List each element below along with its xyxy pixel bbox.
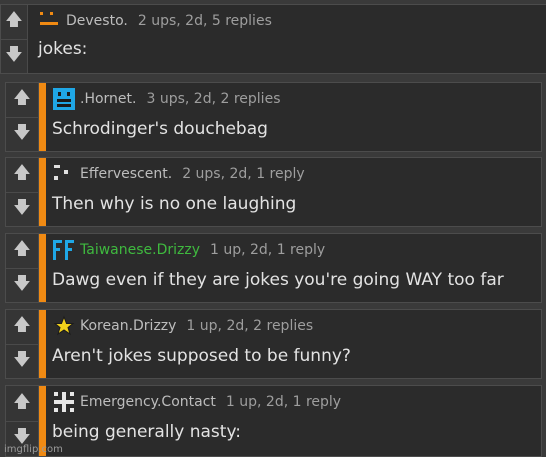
comment-body: .Hornet. 3 ups, 2d, 2 replies Schrodinge…: [46, 83, 541, 151]
accent-bar: [39, 234, 46, 302]
star-icon[interactable]: [52, 314, 76, 338]
comment-reply: 🡅 🡇 Korean.Drizzy 1 up, 2d, 2 replies Ar…: [5, 309, 542, 379]
username[interactable]: Taiwanese.Drizzy: [80, 242, 200, 258]
down-arrow-icon: 🡇: [13, 197, 31, 218]
comment-stats: 3 ups, 2d, 2 replies: [146, 91, 281, 107]
white-glyph-icon[interactable]: [52, 390, 76, 414]
comment-meta: Devesto. 2 ups, 2d, 5 replies: [38, 9, 546, 33]
upvote-button[interactable]: 🡅: [6, 310, 38, 344]
downvote-button[interactable]: 🡇: [1, 38, 27, 73]
username[interactable]: Devesto.: [66, 13, 128, 29]
downvote-button[interactable]: 🡇: [6, 343, 38, 378]
vote-column: 🡅 🡇: [1, 5, 28, 73]
up-arrow-icon: 🡅: [13, 239, 31, 260]
comment-stats: 2 ups, 2d, 5 replies: [137, 13, 272, 29]
down-arrow-icon: 🡇: [13, 273, 31, 294]
up-arrow-icon: 🡅: [13, 315, 31, 336]
comment-stats: 1 up, 2d, 2 replies: [186, 318, 314, 334]
comment-meta: Emergency.Contact 1 up, 2d, 1 reply: [52, 390, 541, 414]
comment-reply: 🡅 🡇 .Hornet. 3 ups, 2d, 2 replies Schrod…: [5, 82, 542, 152]
upvote-button[interactable]: 🡅: [6, 386, 38, 421]
comment-meta: Taiwanese.Drizzy 1 up, 2d, 1 reply: [52, 238, 541, 262]
comment-text: Dawg even if they are jokes you're going…: [52, 270, 504, 290]
username[interactable]: Korean.Drizzy: [80, 318, 176, 334]
username[interactable]: Emergency.Contact: [80, 394, 216, 410]
vote-column: 🡅 🡇: [6, 83, 39, 151]
username[interactable]: Effervescent.: [80, 166, 172, 182]
comment-stats: 1 up, 2d, 1 reply: [209, 242, 326, 258]
up-arrow-icon: 🡅: [13, 391, 31, 412]
blue-block-icon[interactable]: [52, 87, 76, 111]
comment-body: Taiwanese.Drizzy 1 up, 2d, 1 reply Dawg …: [46, 234, 541, 302]
down-arrow-icon: 🡇: [13, 349, 31, 370]
downvote-button[interactable]: 🡇: [6, 267, 38, 302]
vote-column: 🡅 🡇: [6, 234, 39, 302]
comment-stats: 1 up, 2d, 1 reply: [225, 394, 342, 410]
accent-bar: [39, 158, 46, 226]
comment-text: being generally nasty:: [52, 422, 242, 442]
comment-top: 🡅 🡇 Devesto. 2 ups, 2d, 5 replies jokes:: [0, 4, 546, 74]
watermark: imgflip.com: [4, 444, 63, 455]
up-arrow-icon: 🡅: [13, 163, 31, 184]
username[interactable]: .Hornet.: [80, 91, 136, 107]
accent-bar: [39, 83, 46, 151]
comment-text: Aren't jokes supposed to be funny?: [52, 346, 351, 366]
vote-column: 🡅 🡇: [6, 158, 39, 226]
vote-column: 🡅 🡇: [6, 310, 39, 378]
upvote-button[interactable]: 🡅: [6, 234, 38, 268]
upvote-button[interactable]: 🡅: [1, 5, 27, 39]
comment-body: Effervescent. 2 ups, 2d, 1 reply Then wh…: [46, 158, 541, 226]
comment-meta: Effervescent. 2 ups, 2d, 1 reply: [52, 162, 541, 186]
comment-body: Korean.Drizzy 1 up, 2d, 2 replies Aren't…: [46, 310, 541, 378]
comment-text: Schrodinger's douchebag: [52, 119, 268, 139]
comment-reply: 🡅 🡇 Effervescent. 2 ups, 2d, 1 reply The…: [5, 157, 542, 227]
down-arrow-icon: 🡇: [5, 44, 23, 65]
comment-body: Devesto. 2 ups, 2d, 5 replies jokes:: [28, 5, 546, 73]
orange-face-icon[interactable]: [38, 9, 62, 33]
comment-reply: 🡅 🡇 Taiwanese.Drizzy 1 up, 2d, 1 reply D…: [5, 233, 542, 303]
up-arrow-icon: 🡅: [5, 10, 23, 31]
upvote-button[interactable]: 🡅: [6, 158, 38, 192]
downvote-button[interactable]: 🡇: [6, 116, 38, 151]
comment-reply: 🡅 🡇 Emergency.Contact 1 up, 2d, 1 reply …: [5, 385, 542, 457]
blue-ff-icon[interactable]: [52, 238, 76, 262]
accent-bar: [39, 310, 46, 378]
up-arrow-icon: 🡅: [13, 88, 31, 109]
comment-meta: Korean.Drizzy 1 up, 2d, 2 replies: [52, 314, 541, 338]
comment-text: jokes:: [38, 39, 88, 59]
pixel-pattern-icon[interactable]: [52, 162, 76, 186]
comment-body: Emergency.Contact 1 up, 2d, 1 reply bein…: [46, 386, 541, 456]
comment-text: Then why is no one laughing: [52, 194, 297, 214]
downvote-button[interactable]: 🡇: [6, 191, 38, 226]
comment-meta: .Hornet. 3 ups, 2d, 2 replies: [52, 87, 541, 111]
comment-stats: 2 ups, 2d, 1 reply: [182, 166, 305, 182]
down-arrow-icon: 🡇: [13, 122, 31, 143]
upvote-button[interactable]: 🡅: [6, 83, 38, 117]
